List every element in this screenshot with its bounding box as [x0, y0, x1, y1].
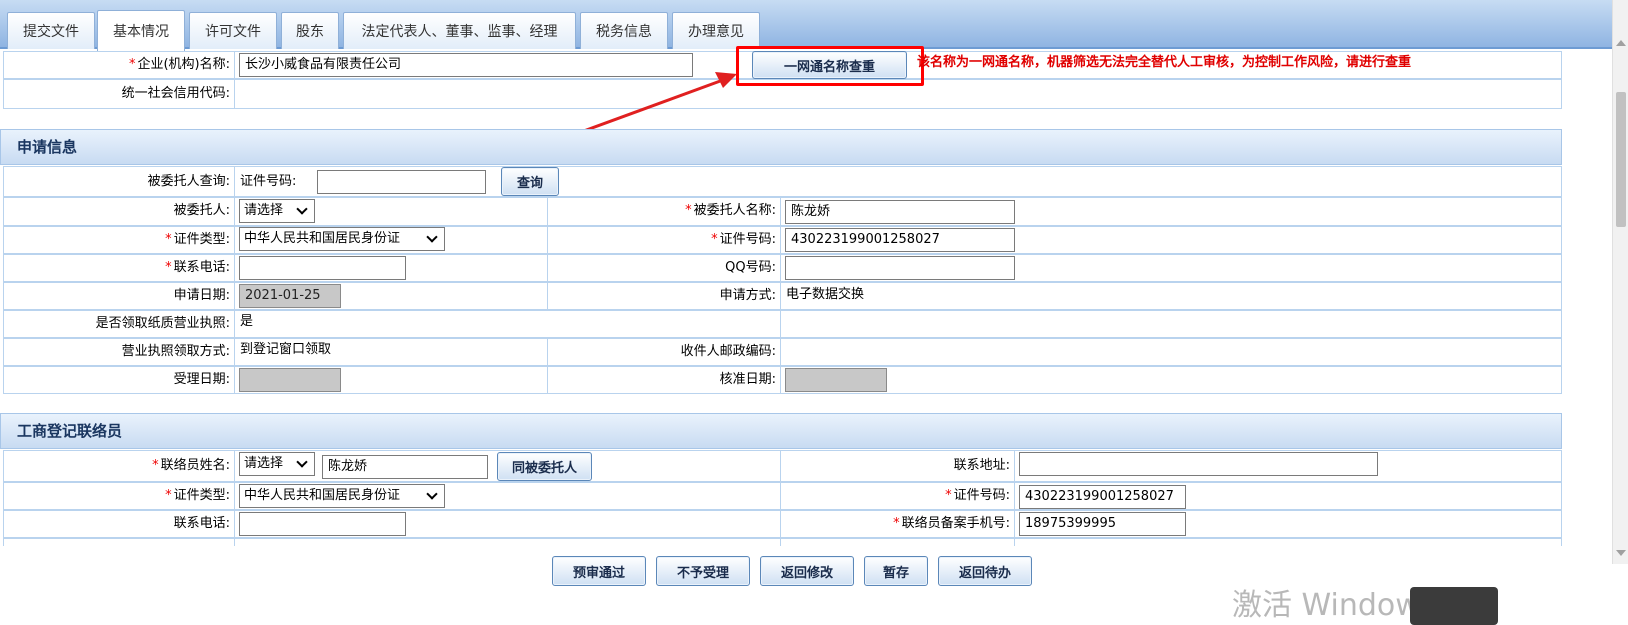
liaison-mobile-input[interactable]: 18975399995	[1019, 512, 1186, 536]
accept-date-label: 受理日期:	[173, 372, 230, 387]
tab-basic-info[interactable]: 基本情况	[97, 10, 185, 51]
id-no-label: * 证件号码:	[711, 232, 776, 247]
tab-submit-files[interactable]: 提交文件	[7, 12, 95, 49]
windows-activation-watermark: 激活 Windows	[1232, 588, 1436, 623]
chevron-down-icon	[426, 231, 438, 243]
form-row	[3, 366, 1562, 394]
query-button[interactable]: 查询	[501, 167, 559, 196]
tab-license-files[interactable]: 许可文件	[189, 12, 277, 49]
apply-method-label: 申请方式:	[719, 288, 776, 303]
liaison-id-type-select[interactable]: 中华人民共和国居民身份证	[239, 484, 445, 508]
vertical-scrollbar[interactable]	[1612, 0, 1628, 564]
agent-select[interactable]: 请选择	[239, 199, 315, 223]
liaison-name-input[interactable]: 陈龙娇	[322, 455, 488, 479]
approve-date-field	[785, 368, 887, 392]
tab-opinions[interactable]: 办理意见	[672, 12, 760, 49]
id-no-inline-label: 证件号码:	[240, 174, 297, 189]
liaison-id-no-label: * 证件号码:	[945, 488, 1010, 503]
liaison-id-no-input[interactable]: 430223199001258027	[1019, 485, 1186, 509]
app-window: 提交文件 基本情况 许可文件 股东 法定代表人、董事、监事、经理 税务信息 办理…	[0, 0, 1628, 625]
divider	[234, 166, 235, 394]
agent-name-label: * 被委托人名称:	[685, 203, 776, 218]
annotation-arrow-icon	[580, 72, 737, 134]
return-edit-button[interactable]: 返回修改	[760, 556, 854, 586]
qq-label: QQ号码:	[725, 260, 776, 275]
same-as-agent-button[interactable]: 同被委托人	[497, 452, 592, 481]
liaison-address-input[interactable]	[1019, 452, 1378, 476]
agent-label: 被委托人:	[173, 203, 230, 218]
qq-input[interactable]	[785, 256, 1015, 280]
tab-tax-info[interactable]: 税务信息	[580, 12, 668, 49]
license-pickup-label: 营业执照领取方式:	[121, 344, 230, 359]
paper-license-label: 是否领取纸质营业执照:	[95, 316, 230, 331]
chevron-down-icon	[296, 203, 308, 215]
chevron-down-icon	[426, 488, 438, 500]
phone-label: * 联系电话:	[165, 260, 230, 275]
scroll-down-icon[interactable]	[1616, 550, 1626, 556]
agent-query-row	[3, 166, 1562, 197]
liaison-name-label: * 联络员姓名:	[152, 458, 230, 473]
liaison-id-type-label: * 证件类型:	[165, 488, 230, 503]
form-row	[3, 338, 1562, 366]
agent-name-input[interactable]: 陈龙娇	[785, 200, 1015, 224]
liaison-address-label: 联系地址:	[953, 458, 1010, 473]
apply-method-value: 电子数据交换	[786, 287, 865, 302]
divider	[234, 450, 235, 558]
id-type-select[interactable]: 中华人民共和国居民身份证	[239, 227, 445, 251]
liaison-phone-input[interactable]	[239, 512, 406, 536]
save-temp-button[interactable]: 暂存	[864, 556, 928, 586]
name-duplicate-check-button[interactable]: 一网通名称查重	[752, 51, 907, 79]
form-row	[3, 197, 1562, 226]
tab-legal-representatives[interactable]: 法定代表人、董事、监事、经理	[343, 12, 576, 49]
scroll-up-icon[interactable]	[1616, 40, 1626, 46]
chevron-down-icon	[296, 456, 308, 468]
scrollbar-thumb[interactable]	[1616, 92, 1626, 227]
tab-shareholders[interactable]: 股东	[281, 12, 339, 49]
liaison-section-header: 工商登记联络员	[0, 413, 1562, 449]
application-section-header: 申请信息	[0, 129, 1562, 165]
credit-code-label: 统一社会信用代码:	[121, 86, 230, 101]
form-row	[3, 226, 1562, 254]
id-type-label: * 证件类型:	[165, 232, 230, 247]
agent-query-label: 被委托人查询:	[147, 174, 230, 189]
approve-date-label: 核准日期:	[719, 372, 776, 387]
liaison-mobile-label: * 联络员备案手机号:	[893, 516, 1010, 531]
postal-code-label: 收件人邮政编码:	[680, 344, 776, 359]
license-pickup-value: 到登记窗口领取	[240, 342, 332, 357]
form-row	[3, 310, 1562, 338]
form-row	[3, 254, 1562, 282]
divider	[1014, 450, 1015, 558]
form-row	[3, 282, 1562, 310]
apply-date-label: 申请日期:	[173, 288, 230, 303]
agent-id-query-input[interactable]	[317, 170, 486, 194]
reject-button[interactable]: 不予受理	[656, 556, 750, 586]
company-name-label: * 企业(机构)名称:	[128, 57, 230, 72]
tab-bar: 提交文件 基本情况 许可文件 股东 法定代表人、董事、监事、经理 税务信息 办理…	[0, 0, 1612, 51]
liaison-name-select[interactable]: 请选择	[239, 452, 315, 476]
phone-input[interactable]	[239, 256, 406, 280]
liaison-phone-label: 联系电话:	[173, 516, 230, 531]
apply-date-field: 2021-01-25	[239, 284, 341, 308]
divider	[234, 51, 235, 109]
accept-date-field	[239, 368, 341, 392]
paper-license-value: 是	[240, 314, 254, 329]
id-no-input[interactable]: 430223199001258027	[785, 228, 1015, 252]
duplicate-warning: 该名称为一网通名称，机器筛选无法完全替代人工审核，为控制工作风险，请进行查重	[917, 55, 1412, 70]
taskbar-corner	[1410, 587, 1498, 625]
divider	[780, 197, 781, 394]
pre-approve-button[interactable]: 预审通过	[552, 556, 646, 586]
return-todo-button[interactable]: 返回待办	[938, 556, 1032, 586]
